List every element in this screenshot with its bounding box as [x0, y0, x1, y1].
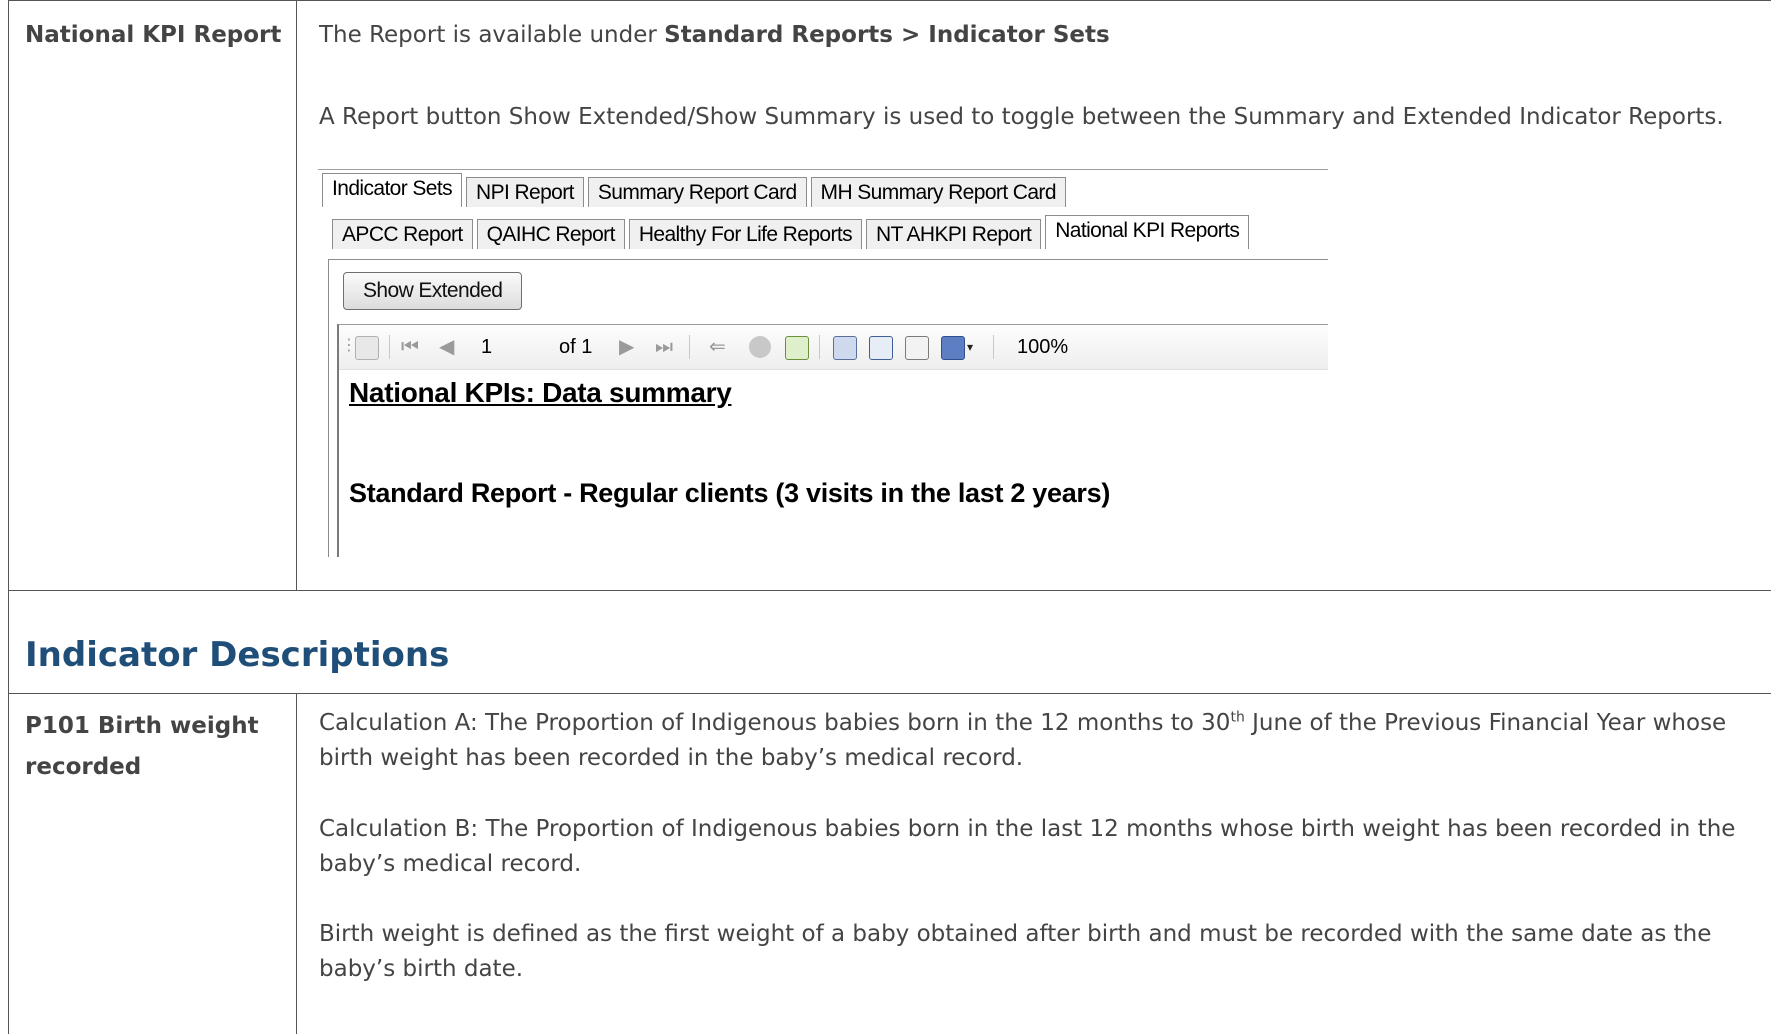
report-toolbar: ⋮ ⏮ ◀ 1 of 1 ▶ ⏭ ⇐ ▾ 100% [339, 325, 1328, 370]
zoom-select[interactable]: 100% [1017, 335, 1068, 359]
indicator-description-cell: Calculation A: The Proportion of Indigen… [296, 694, 1771, 1034]
report-title: National KPIs: Data summary [349, 377, 732, 408]
indicator-label: P101 Birth weight recorded [25, 713, 259, 780]
tab-indicator-sets[interactable]: Indicator Sets [322, 173, 462, 207]
tab-apcc-report[interactable]: APCC Report [332, 219, 473, 249]
toolbar-separator [689, 335, 690, 359]
refresh-icon[interactable] [785, 336, 809, 360]
calculation-b-paragraph: Calculation B: The Proportion of Indigen… [319, 816, 1736, 877]
toolbar-separator [389, 335, 390, 359]
tab-mh-summary-report-card[interactable]: MH Summary Report Card [810, 177, 1066, 207]
tab-panel: Show Extended ⋮ ⏮ ◀ 1 of 1 ▶ ⏭ ⇐ ▾ 100% … [328, 259, 1328, 557]
toggle-paragraph: A Report button Show Extended/Show Summa… [319, 104, 1724, 130]
tab-summary-report-card[interactable]: Summary Report Card [587, 177, 807, 207]
intro-text: The Report is available under [319, 22, 665, 48]
intro-paragraph: The Report is available under Standard R… [319, 19, 1110, 51]
tab-row-1: Indicator Sets NPI Report Summary Report… [322, 173, 1070, 209]
report-table-row: National KPI Report The Report is availa… [8, 0, 1771, 591]
document: National KPI Report The Report is availa… [8, 0, 1773, 1034]
back-icon[interactable]: ⇐ [709, 335, 726, 359]
last-page-icon[interactable]: ⏭ [655, 335, 673, 359]
first-page-icon[interactable]: ⏮ [401, 335, 419, 359]
print-layout-icon[interactable] [869, 336, 893, 360]
row-content-cell: The Report is available under Standard R… [296, 1, 1771, 590]
print-icon[interactable] [833, 336, 857, 360]
stop-icon[interactable] [749, 336, 771, 358]
row-label-cell: National KPI Report [9, 1, 297, 590]
report-viewer: ⋮ ⏮ ◀ 1 of 1 ▶ ⏭ ⇐ ▾ 100% National KPIs:… [337, 324, 1328, 557]
tab-row-2: APCC Report QAIHC Report Healthy For Lif… [332, 215, 1253, 251]
page-number-input[interactable]: 1 [481, 335, 492, 359]
export-dropdown-icon[interactable]: ▾ [967, 335, 973, 359]
show-extended-button[interactable]: Show Extended [343, 272, 523, 310]
calculation-a-paragraph: Calculation A: The Proportion of Indigen… [319, 706, 1773, 776]
toolbar-separator [819, 335, 820, 359]
document-map-icon[interactable] [355, 336, 379, 360]
toolbar-separator [993, 335, 994, 359]
calc-a-superscript: th [1230, 709, 1245, 726]
next-page-icon[interactable]: ▶ [619, 335, 634, 359]
page-setup-icon[interactable] [905, 336, 929, 360]
indicator-table-row: P101 Birth weight recorded Calculation A… [8, 694, 1771, 1034]
calc-a-text: Calculation A: The Proportion of Indigen… [319, 710, 1231, 736]
section-heading-row: Indicator Descriptions [8, 591, 1771, 694]
indicator-label-cell: P101 Birth weight recorded [9, 694, 297, 1034]
section-heading: Indicator Descriptions [25, 635, 450, 675]
export-icon[interactable] [941, 336, 965, 360]
screenshot-top-border [318, 169, 1328, 170]
tab-healthy-for-life-reports[interactable]: Healthy For Life Reports [628, 219, 863, 249]
row-label: National KPI Report [25, 22, 282, 48]
tab-nt-ahkpi-report[interactable]: NT AHKPI Report [866, 219, 1042, 249]
report-subtitle: Standard Report - Regular clients (3 vis… [349, 478, 1111, 508]
tab-npi-report[interactable]: NPI Report [466, 177, 584, 207]
tab-qaihc-report[interactable]: QAIHC Report [476, 219, 625, 249]
tab-national-kpi-reports[interactable]: National KPI Reports [1045, 215, 1250, 249]
previous-page-icon[interactable]: ◀ [439, 335, 454, 359]
definition-paragraph: Birth weight is defined as the first wei… [319, 921, 1712, 982]
intro-path: Standard Reports > Indicator Sets [664, 22, 1110, 48]
embedded-screenshot: Indicator Sets NPI Report Summary Report… [318, 169, 1328, 557]
page-count: of 1 [559, 336, 593, 358]
